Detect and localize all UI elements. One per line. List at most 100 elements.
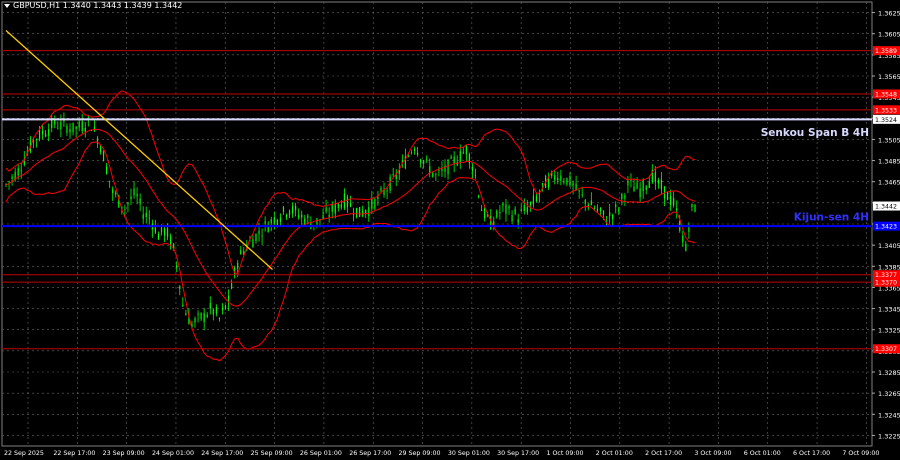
candle-body bbox=[298, 215, 300, 218]
y-tick-label: 1.3565 bbox=[878, 73, 900, 81]
candle-body bbox=[529, 202, 531, 206]
y-tick-label: 1.3225 bbox=[878, 432, 900, 440]
candle-body bbox=[392, 174, 394, 176]
dropdown-arrow-icon bbox=[4, 3, 10, 8]
candle-body bbox=[566, 177, 568, 185]
candle-body bbox=[645, 186, 647, 191]
candle-body bbox=[429, 166, 431, 173]
price-label-text: 1.3524 bbox=[875, 117, 897, 124]
candle-body bbox=[255, 234, 257, 242]
candle-body bbox=[477, 195, 480, 197]
candle-body bbox=[115, 192, 117, 195]
candle-body bbox=[194, 318, 196, 323]
candle-body bbox=[145, 212, 147, 217]
x-tick-label: 2 Oct 17:00 bbox=[645, 450, 682, 457]
candle-body bbox=[374, 199, 376, 209]
candle-body bbox=[142, 214, 144, 219]
candle-body bbox=[471, 166, 474, 171]
candle-body bbox=[328, 214, 330, 217]
candle-body bbox=[41, 130, 44, 134]
candle-body bbox=[532, 195, 535, 205]
candle-body bbox=[441, 169, 443, 171]
candle-body bbox=[224, 305, 227, 309]
candle-body bbox=[462, 152, 464, 154]
candle-body bbox=[75, 126, 77, 129]
y-tick-label: 1.3405 bbox=[878, 242, 900, 250]
candle-body bbox=[444, 165, 446, 172]
candle-body bbox=[520, 209, 522, 211]
candle-body bbox=[20, 170, 22, 172]
x-tick-label: 24 Sep 17:00 bbox=[201, 450, 243, 457]
candle-body bbox=[416, 152, 419, 156]
y-tick-label: 1.3465 bbox=[878, 179, 900, 187]
candle-body bbox=[84, 128, 86, 132]
candle-body bbox=[508, 206, 510, 209]
x-tick-label: 6 Oct 01:00 bbox=[744, 450, 781, 457]
candle-body bbox=[288, 210, 291, 215]
candle-body bbox=[432, 172, 434, 177]
candle-body bbox=[624, 195, 626, 199]
candle-body bbox=[163, 228, 166, 236]
candle-body bbox=[694, 204, 696, 212]
candle-body bbox=[578, 190, 580, 192]
candle-body bbox=[221, 307, 224, 311]
price-label-text: 1.3533 bbox=[875, 107, 897, 114]
y-tick-label: 1.3505 bbox=[878, 136, 900, 144]
candle-body bbox=[35, 139, 38, 140]
candle-body bbox=[112, 189, 114, 194]
price-label-text: 1.3370 bbox=[875, 280, 897, 287]
y-tick-label: 1.3285 bbox=[878, 369, 900, 377]
candle-body bbox=[285, 214, 288, 218]
candle-body bbox=[633, 186, 635, 192]
candle-body bbox=[563, 181, 565, 183]
x-tick-label: 22 Sep 2025 bbox=[4, 450, 44, 457]
candle-body bbox=[413, 148, 416, 151]
candle-body bbox=[682, 235, 684, 243]
candle-body bbox=[133, 188, 135, 196]
indicator-annotation: Kijun-sen 4H bbox=[794, 212, 869, 224]
candle-body bbox=[514, 208, 516, 215]
candle-body bbox=[575, 183, 577, 191]
candle-body bbox=[657, 179, 660, 184]
candle-body bbox=[203, 313, 205, 323]
candle-body bbox=[355, 208, 358, 217]
candle-body bbox=[322, 215, 324, 219]
candle-body bbox=[654, 172, 656, 183]
candle-body bbox=[60, 121, 62, 130]
candle-body bbox=[666, 192, 669, 201]
candle-body bbox=[490, 216, 492, 230]
candle-body bbox=[349, 202, 352, 207]
trendline bbox=[5, 30, 273, 270]
candle-body bbox=[38, 130, 41, 140]
candle-body bbox=[127, 203, 129, 205]
candle-body bbox=[636, 182, 638, 189]
candle-body bbox=[493, 221, 495, 225]
candle-body bbox=[502, 203, 504, 206]
candle-body bbox=[109, 180, 111, 182]
candle-body bbox=[554, 175, 556, 181]
price-label-text: 1.3307 bbox=[875, 346, 897, 353]
x-tick-label: 26 Sep 01:00 bbox=[300, 450, 342, 457]
candle-body bbox=[484, 207, 486, 219]
candle-body bbox=[231, 283, 233, 289]
candle-body bbox=[523, 205, 525, 212]
candle-body bbox=[276, 219, 278, 225]
candle-body bbox=[584, 199, 586, 204]
candle-body bbox=[331, 204, 333, 212]
y-tick-label: 1.3345 bbox=[878, 306, 900, 314]
candle-body bbox=[102, 151, 105, 162]
candle-body bbox=[282, 206, 285, 212]
price-chart: 1.36251.36051.35851.35651.35451.35251.35… bbox=[1, 1, 900, 457]
y-tick-label: 1.3325 bbox=[878, 327, 900, 335]
candle-body bbox=[676, 208, 678, 211]
x-tick-label: 26 Sep 17:00 bbox=[349, 450, 391, 457]
candle-body bbox=[386, 190, 388, 192]
candle-body bbox=[670, 195, 672, 205]
candle-body bbox=[465, 146, 467, 155]
candle-body bbox=[273, 217, 275, 224]
candle-body bbox=[17, 168, 19, 176]
candle-body bbox=[264, 221, 266, 224]
x-tick-label: 25 Sep 09:00 bbox=[251, 450, 293, 457]
y-tick-label: 1.3625 bbox=[878, 10, 900, 18]
candle-body bbox=[691, 204, 693, 208]
